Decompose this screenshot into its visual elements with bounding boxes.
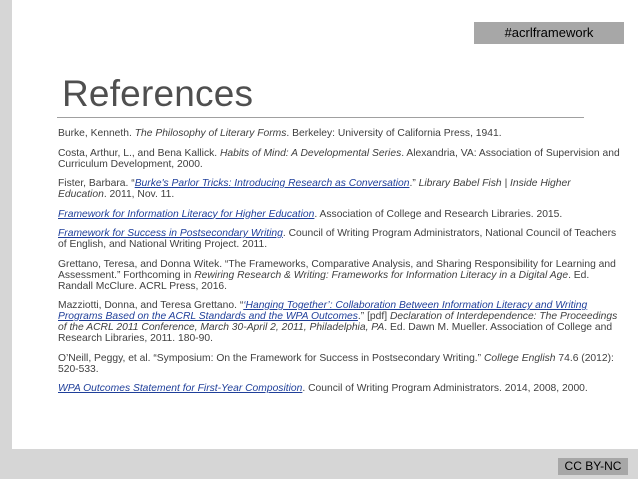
reference-text: Costa, Arthur, L., and Bena Kallick. <box>58 147 220 159</box>
slide: #acrlframework References Burke, Kenneth… <box>0 0 638 479</box>
reference-title: The Philosophy of Literary Forms <box>134 128 287 139</box>
reference-link[interactable]: Framework for Success in Postsecondary W… <box>58 228 283 239</box>
license-badge: CC BY-NC <box>558 458 628 475</box>
reference-link[interactable]: Burke's Parlor Tricks: Introducing Resea… <box>135 178 410 189</box>
hashtag-badge: #acrlframework <box>474 22 624 44</box>
reference-title: Habits of Mind: A Developmental Series <box>219 147 402 159</box>
left-accent-bar <box>0 0 12 479</box>
title-divider <box>57 117 584 118</box>
reference-text: . 2011, Nov. 11. <box>103 189 175 200</box>
reference-text: O’Neill, Peggy, et al. “Symposium: On th… <box>58 352 484 364</box>
references-list: Burke, Kenneth. The Philosophy of Litera… <box>58 128 620 403</box>
reference-text: Burke, Kenneth. <box>58 128 135 139</box>
reference-link[interactable]: Framework for Information Literacy for H… <box>58 209 314 220</box>
reference-item: Burke, Kenneth. The Philosophy of Litera… <box>58 128 620 139</box>
reference-item: Fister, Barbara. “Burke's Parlor Tricks:… <box>58 178 620 200</box>
footer-bar <box>0 449 638 479</box>
reference-text: .” [pdf] <box>357 311 390 322</box>
reference-item: Mazziotti, Donna, and Teresa Grettano. “… <box>58 300 620 344</box>
reference-title: Rewiring Research & Writing: Frameworks … <box>194 269 569 281</box>
reference-item: WPA Outcomes Statement for First-Year Co… <box>58 383 620 394</box>
reference-item: Framework for Information Literacy for H… <box>58 209 620 220</box>
reference-text: . Berkeley: University of California Pre… <box>286 128 502 139</box>
reference-item: Grettano, Teresa, and Donna Witek. “The … <box>58 259 620 292</box>
reference-link[interactable]: WPA Outcomes Statement for First-Year Co… <box>58 383 302 394</box>
reference-text: Mazziotti, Donna, and Teresa Grettano. “ <box>58 300 244 311</box>
reference-item: Costa, Arthur, L., and Bena Kallick. Hab… <box>58 148 620 170</box>
reference-text: . Council of Writing Program Administrat… <box>302 383 588 394</box>
reference-text: Fister, Barbara. “ <box>58 178 135 189</box>
reference-text: .” <box>409 178 419 189</box>
reference-title: College English <box>483 352 556 364</box>
reference-text: . Association of College and Research Li… <box>314 208 563 220</box>
reference-item: O’Neill, Peggy, et al. “Symposium: On th… <box>58 353 620 375</box>
reference-item: Framework for Success in Postsecondary W… <box>58 228 620 250</box>
page-title: References <box>62 73 254 114</box>
